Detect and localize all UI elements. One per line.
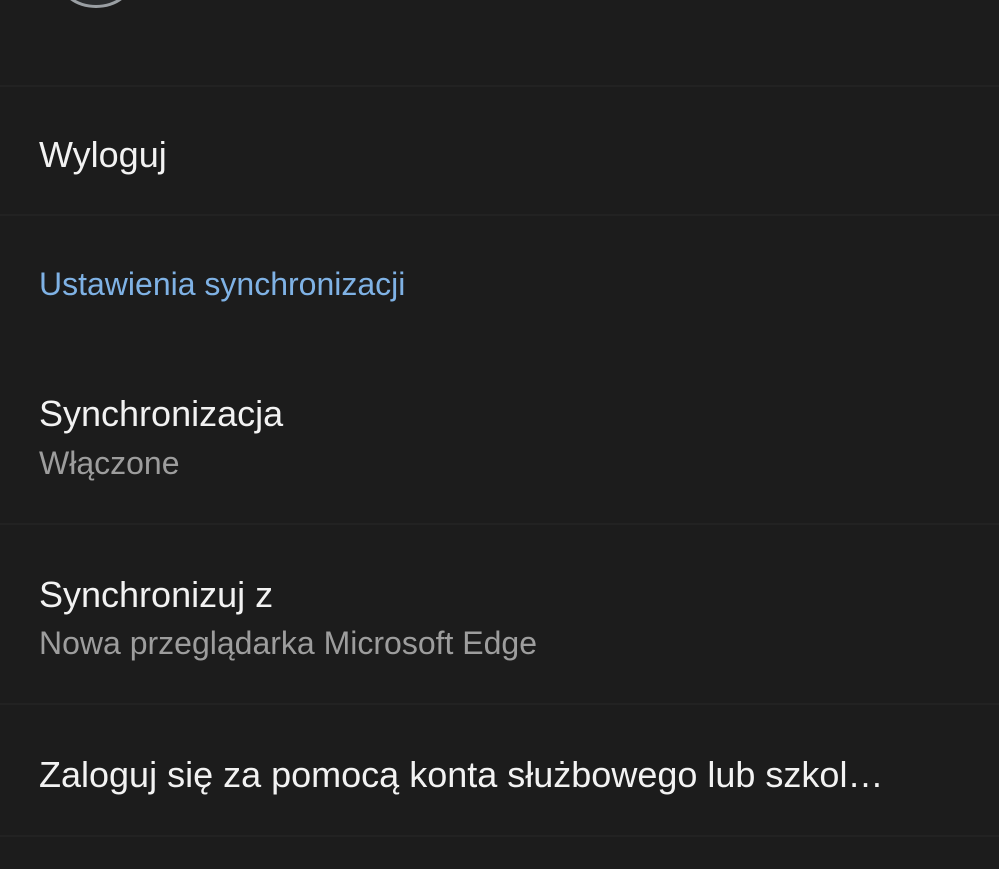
work-login-label: Zaloguj się za pomocą konta służbowego l… — [39, 754, 884, 795]
signout-label: Wyloguj — [39, 134, 167, 175]
sync-item[interactable]: Synchronizacja Włączone — [0, 345, 999, 523]
sync-with-value: Nowa przeglądarka Microsoft Edge — [39, 625, 538, 661]
sync-section-header: Ustawienia synchronizacji — [39, 266, 406, 302]
avatar-icon — [58, 0, 134, 8]
sync-with-item[interactable]: Synchronizuj z Nowa przeglądarka Microso… — [0, 525, 999, 703]
work-login-item[interactable]: Zaloguj się za pomocą konta służbowego l… — [0, 705, 999, 835]
sync-with-label: Synchronizuj z — [39, 574, 274, 615]
account-row[interactable] — [0, 0, 999, 85]
sync-section-header-row: Ustawienia synchronizacji — [0, 216, 999, 336]
sync-settings-screen: Wyloguj Ustawienia synchronizacji Synchr… — [0, 0, 999, 869]
sync-label: Synchronizacja — [39, 393, 284, 434]
sync-status: Włączone — [39, 445, 180, 481]
divider — [0, 835, 999, 837]
signout-item[interactable]: Wyloguj — [0, 87, 999, 214]
